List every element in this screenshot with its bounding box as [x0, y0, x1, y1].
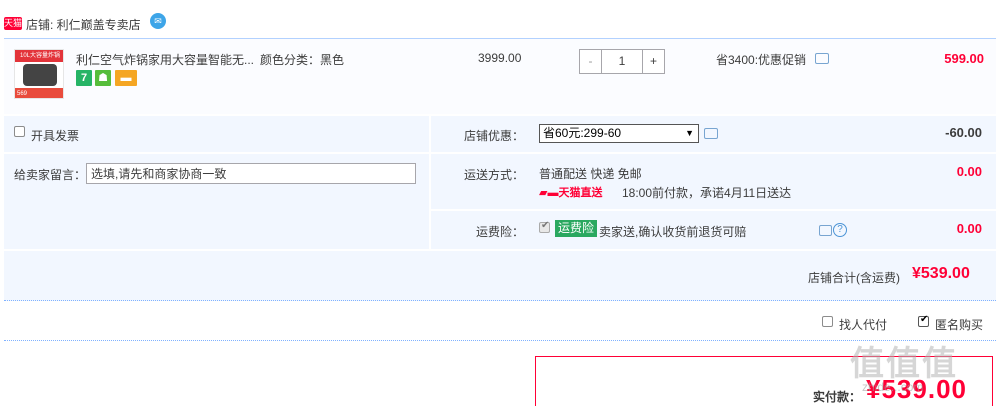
coupon-comment-icon[interactable] [704, 128, 718, 139]
coupon-select[interactable]: 省60元:299-60 ▼ [539, 124, 699, 143]
promo-text: 省3400:优惠促销 [716, 53, 807, 67]
product-sku: 颜色分类：黑色 [260, 53, 345, 67]
insurance-description: 卖家送,确认收货前退货可赔 [599, 225, 747, 239]
coupon-label: 店铺优惠： [463, 129, 524, 143]
shipping-method: 普通配送 快递 免邮 [539, 167, 642, 181]
shop-total-value: ¥539.00 [912, 265, 970, 282]
coupon-amount: -60.00 [945, 125, 982, 140]
invoice-label: 开具发票 [31, 129, 80, 143]
insurance-comment-icon[interactable] [819, 225, 832, 236]
tmall-badge: 天猫 [4, 17, 23, 30]
divider [4, 340, 996, 341]
tmall-cat-icon: ▰▬ [539, 187, 559, 199]
insurance-label: 运费险： [475, 225, 524, 239]
message-label: 给卖家留言： [14, 168, 87, 182]
thumb-price: 569 [15, 88, 63, 98]
wangwang-chat-icon[interactable]: ✉ [150, 13, 166, 29]
help-icon[interactable]: ? [833, 223, 847, 237]
shop-total-label: 店铺合计(含运费) [808, 271, 900, 285]
coupon-selected-value: 省60元:299-60 [543, 126, 622, 140]
product-title[interactable]: 利仁空气炸锅家用大容量智能无... [76, 51, 256, 68]
anonymous-label: 匿名购买 [935, 318, 984, 332]
product-thumbnail[interactable]: 10L大容量炸锅 569 [14, 49, 64, 99]
invoice-checkbox[interactable] [14, 126, 25, 137]
thumb-banner: 10L大容量炸锅 [15, 50, 63, 62]
quantity-minus-button[interactable]: - [580, 50, 602, 73]
insurance-checkbox[interactable] [539, 220, 550, 233]
product-subtotal: 599.00 [944, 51, 984, 66]
product-row [4, 38, 996, 114]
air-fryer-image [23, 64, 57, 86]
watermark: 值值值 [850, 345, 958, 383]
warranty-icon[interactable]: ☗ [95, 70, 111, 86]
quantity-plus-button[interactable]: + [642, 50, 664, 73]
shipping-amount: 0.00 [956, 164, 982, 179]
dropdown-arrow-icon: ▼ [685, 128, 694, 138]
message-input[interactable] [86, 163, 416, 184]
credit-card-icon[interactable]: ▬ [115, 70, 137, 86]
anonymous-checkbox[interactable] [918, 314, 929, 327]
insurance-amount: 0.00 [956, 221, 982, 236]
watermark-url: zhide...com [862, 380, 924, 394]
promo-comment-icon[interactable] [815, 53, 829, 64]
proxy-pay-label: 找人代付 [839, 318, 888, 332]
shipping-promise: 18:00前付款，承诺4月11日送达 [622, 186, 792, 200]
proxy-pay-checkbox[interactable] [822, 316, 833, 327]
tmall-direct-badge: ▰▬天猫直送 [539, 187, 603, 199]
unit-price: 3999.00 [478, 51, 522, 65]
insurance-badge: 运费险 [555, 220, 598, 237]
shipping-label: 运送方式： [463, 168, 524, 182]
quantity-stepper[interactable]: - 1 + [579, 49, 665, 74]
quantity-input[interactable]: 1 [602, 50, 642, 73]
shop-name[interactable]: 店铺: 利仁巅盖专卖店 [26, 16, 141, 33]
payment-label: 实付款： [813, 390, 862, 404]
seven-day-return-icon[interactable]: 7 [76, 70, 92, 86]
